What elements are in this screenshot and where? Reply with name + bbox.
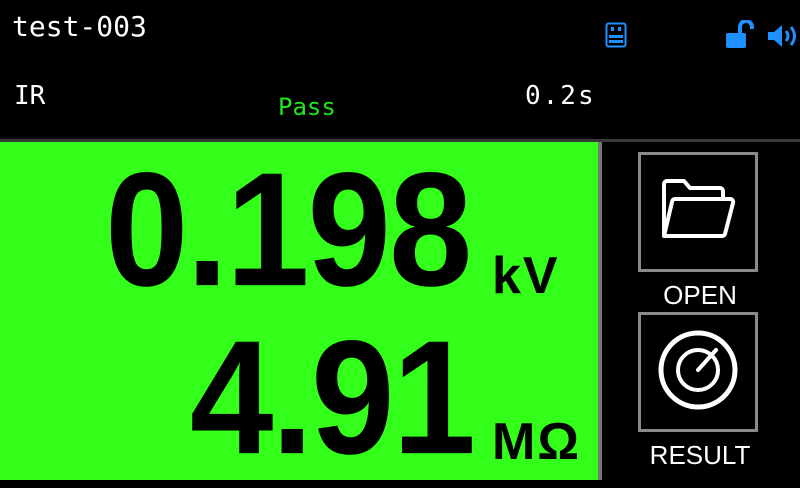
result-button[interactable] (638, 312, 758, 432)
folder-icon (658, 176, 738, 248)
voltage-unit: kV (492, 247, 560, 305)
test-time: 0.2s (525, 81, 596, 111)
speaker-icon[interactable] (766, 22, 800, 50)
test-mode-label: IR (14, 81, 46, 111)
judgement-status: Pass (278, 93, 336, 121)
gauge-icon (653, 325, 743, 419)
file-name: test-003 (12, 10, 147, 43)
resistance-reading: 4.91 (190, 306, 476, 488)
open-button[interactable] (638, 152, 758, 272)
unlock-icon[interactable] (724, 19, 756, 50)
open-button-label[interactable]: OPEN (620, 280, 780, 310)
panel-divider (598, 142, 602, 480)
resistance-unit: MΩ (492, 413, 582, 471)
voltage-reading: 0.198 (105, 138, 472, 320)
usb-icon (605, 22, 627, 48)
result-button-label[interactable]: RESULT (620, 440, 780, 470)
